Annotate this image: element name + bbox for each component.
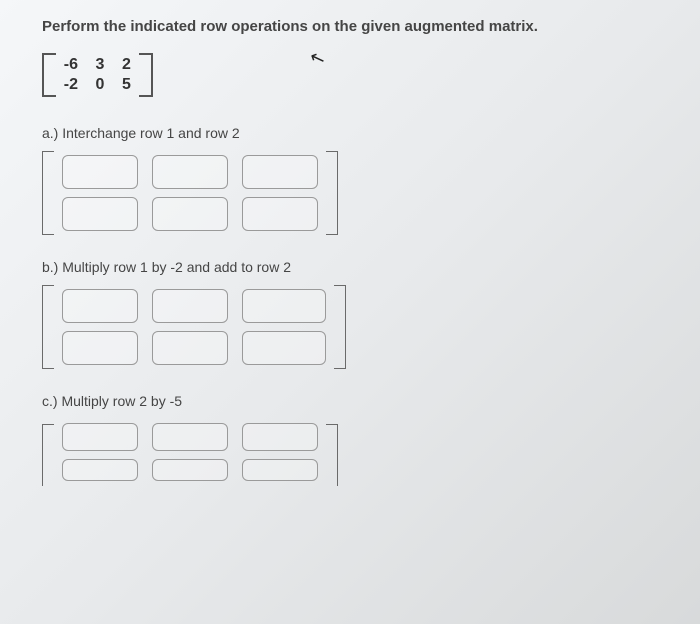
answer-input[interactable] [152,155,228,189]
left-bracket [42,53,56,97]
left-bracket [42,424,54,486]
answer-input[interactable] [242,423,318,451]
answer-grid-a [60,151,320,235]
answer-input[interactable] [62,331,138,365]
answer-grid-c [60,419,320,491]
answer-input[interactable] [62,459,138,481]
part-c-label: c.) Multiply row 2 by -5 [42,393,676,409]
answer-input[interactable] [152,289,228,323]
matrix-row-1: -6 3 2 [60,55,135,75]
part-c: c.) Multiply row 2 by -5 [42,393,676,491]
answer-grid-b [60,285,328,369]
answer-input[interactable] [242,459,318,481]
answer-matrix-a [42,151,676,235]
answer-input[interactable] [152,459,228,481]
question-heading: Perform the indicated row operations on … [42,18,676,35]
answer-input[interactable] [62,155,138,189]
matrix-cell: 2 [113,55,131,75]
given-matrix: -6 3 2 -2 0 5 [42,53,676,97]
answer-input[interactable] [62,423,138,451]
answer-matrix-c [42,419,676,491]
matrix-cell: 5 [113,75,131,95]
matrix-cell: 3 [86,55,104,75]
answer-input[interactable] [152,331,228,365]
part-b: b.) Multiply row 1 by -2 and add to row … [42,259,676,369]
matrix-rows: -6 3 2 -2 0 5 [56,53,139,97]
left-bracket [42,151,54,235]
answer-matrix-b [42,285,676,369]
matrix-cell: 0 [86,75,104,95]
part-a: a.) Interchange row 1 and row 2 [42,125,676,235]
answer-input[interactable] [62,289,138,323]
matrix-cell: -2 [60,75,78,95]
right-bracket [326,151,338,235]
answer-input[interactable] [152,197,228,231]
right-bracket [139,53,153,97]
right-bracket [326,424,338,486]
answer-input[interactable] [242,197,318,231]
left-bracket [42,285,54,369]
answer-input[interactable] [242,289,326,323]
answer-input[interactable] [62,197,138,231]
matrix-row-2: -2 0 5 [60,75,135,95]
right-bracket [334,285,346,369]
answer-input[interactable] [242,155,318,189]
answer-input[interactable] [152,423,228,451]
matrix-cell: -6 [60,55,78,75]
part-a-label: a.) Interchange row 1 and row 2 [42,125,676,141]
answer-input[interactable] [242,331,326,365]
part-b-label: b.) Multiply row 1 by -2 and add to row … [42,259,676,275]
